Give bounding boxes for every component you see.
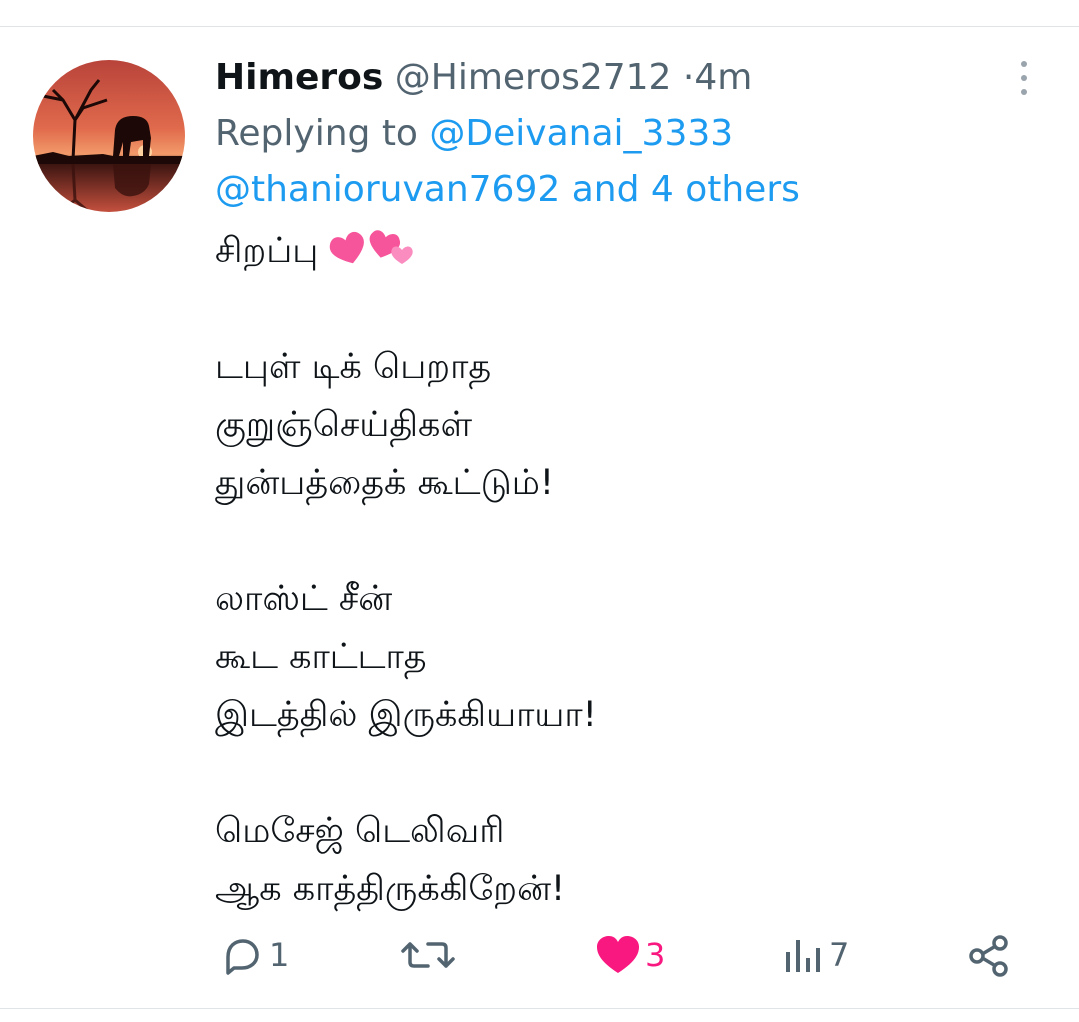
reply-count: 1 bbox=[269, 936, 290, 974]
views-chart-icon bbox=[786, 940, 820, 972]
tweet-actions-bar: 1 3 7 bbox=[215, 922, 1025, 988]
tweet-line: இடத்தில் இருக்கியாயா! bbox=[215, 695, 597, 735]
replying-to-line-2: @thanioruvan7692 and 4 others bbox=[215, 162, 1015, 218]
tweet-line: டபுள் டிக் பெறாத bbox=[215, 347, 492, 387]
top-divider bbox=[0, 26, 1079, 27]
tweet-line bbox=[215, 512, 1015, 570]
tweet-time[interactable]: 4m bbox=[694, 57, 752, 98]
author-handle[interactable]: @Himeros2712 bbox=[395, 57, 672, 98]
header-separator: · bbox=[682, 57, 695, 98]
avatar[interactable] bbox=[33, 60, 185, 212]
replying-to-line: Replying to @Deivanai_3333 bbox=[215, 106, 1015, 162]
tweet-line: லாஸ்ட் சீன் bbox=[215, 579, 393, 619]
tweet-line bbox=[215, 280, 1015, 338]
tweet-first-line: சிறப்பு bbox=[215, 222, 1015, 280]
more-dot-icon bbox=[1021, 89, 1027, 95]
tweet-line bbox=[215, 744, 1015, 802]
avatar-sunset-elephant-image bbox=[33, 60, 185, 212]
two-hearts-emoji-icon bbox=[330, 230, 414, 264]
tweet-line: மெசேஜ் டெலிவரி bbox=[215, 811, 505, 851]
reply-icon bbox=[226, 939, 259, 975]
like-button[interactable]: 3 bbox=[595, 922, 665, 988]
tweet-line: ஆக காத்திருக்கிறேன்! bbox=[215, 869, 566, 909]
like-count: 3 bbox=[645, 936, 666, 974]
replying-mention[interactable]: @Deivanai_3333 bbox=[429, 113, 733, 154]
more-dot-icon bbox=[1021, 61, 1027, 67]
reply-button[interactable]: 1 bbox=[219, 922, 289, 988]
retweet-button[interactable] bbox=[400, 922, 460, 988]
tweet-page: Himeros @Himeros2712 ·4m Replying to @De… bbox=[0, 0, 1079, 1022]
author-name[interactable]: Himeros bbox=[215, 57, 383, 98]
share-button[interactable] bbox=[967, 922, 1011, 988]
views-button[interactable]: 7 bbox=[781, 922, 849, 988]
replying-to-label: Replying to bbox=[215, 113, 418, 154]
heart-filled-icon bbox=[597, 936, 639, 973]
share-icon bbox=[969, 935, 1008, 977]
more-dot-icon bbox=[1021, 75, 1027, 81]
tweet-text: சிறப்பு டபுள் டிக் பெறாத குறுஞ்செய்திகள்… bbox=[215, 222, 1015, 918]
tweet-line: குறுஞ்செய்திகள் bbox=[215, 405, 473, 445]
tweet-line: கூட காட்டாத bbox=[215, 637, 427, 677]
replying-mentions-more[interactable]: @thanioruvan7692 and 4 others bbox=[215, 169, 800, 210]
bottom-divider bbox=[0, 1008, 1079, 1009]
tweet-line: துன்பத்தைக் கூட்டும்! bbox=[215, 463, 554, 503]
tweet-first-word: சிறப்பு bbox=[215, 231, 319, 271]
tweet-header: Himeros @Himeros2712 ·4m bbox=[215, 50, 1015, 106]
retweet-icon bbox=[401, 942, 455, 968]
views-count: 7 bbox=[829, 936, 850, 974]
tweet-body: Himeros @Himeros2712 ·4m Replying to @De… bbox=[215, 50, 1015, 918]
